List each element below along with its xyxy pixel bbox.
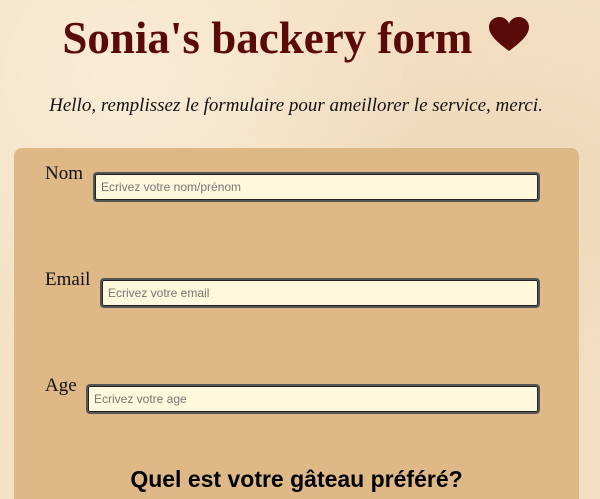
age-input[interactable]: [86, 384, 540, 414]
form-panel: Nom Email Age Quel est votre gâteau préf…: [14, 148, 579, 499]
page-title: Sonia's backery form: [0, 12, 592, 64]
heart-icon: [488, 12, 530, 64]
email-label: Email: [45, 269, 91, 290]
favorite-cake-question: Quel est votre gâteau préféré?: [130, 466, 463, 492]
email-input[interactable]: [100, 278, 540, 308]
name-input[interactable]: [93, 172, 540, 202]
page-title-text: Sonia's backery form: [62, 13, 473, 63]
name-label: Nom: [45, 163, 83, 184]
page-subtitle: Hello, remplissez le formulaire pour ame…: [49, 95, 543, 116]
age-label: Age: [45, 375, 77, 396]
